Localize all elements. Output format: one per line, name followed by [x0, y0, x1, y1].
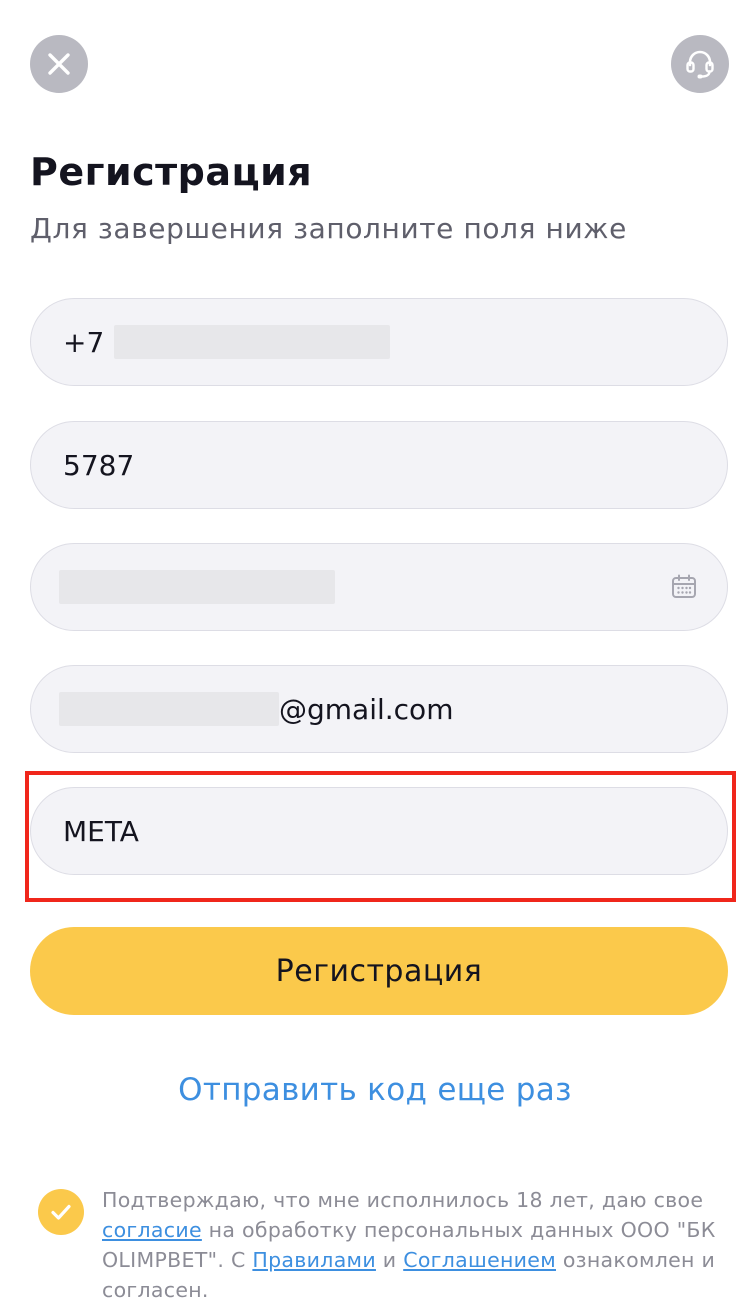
- phone-input[interactable]: +7: [30, 298, 728, 386]
- resend-code-link[interactable]: Отправить код еще раз: [0, 1072, 750, 1108]
- headset-icon: [686, 50, 714, 79]
- email-username-redacted: [59, 692, 279, 726]
- promo-highlight-frame: [25, 771, 736, 902]
- phone-prefix: +7: [63, 325, 105, 359]
- consent-checkbox[interactable]: [38, 1189, 84, 1235]
- sms-code-value: 5787: [63, 448, 135, 482]
- agreement-link[interactable]: Соглашением: [403, 1248, 556, 1272]
- checkmark-icon: [51, 1204, 71, 1220]
- page-title: Регистрация: [30, 150, 313, 194]
- consent-text-part-3: и: [375, 1248, 404, 1272]
- support-button[interactable]: [671, 35, 729, 93]
- register-button[interactable]: Регистрация: [30, 927, 728, 1015]
- sms-code-input[interactable]: 5787: [30, 421, 728, 509]
- email-domain: @gmail.com: [279, 692, 454, 726]
- email-input[interactable]: @gmail.com: [30, 665, 728, 753]
- birthdate-redacted: [59, 570, 335, 604]
- consent-link[interactable]: согласие: [102, 1218, 202, 1242]
- consent-text-part-1: Подтверждаю, что мне исполнилось 18 лет,…: [102, 1188, 704, 1212]
- consent-text: Подтверждаю, что мне исполнилось 18 лет,…: [102, 1185, 722, 1305]
- close-button[interactable]: [30, 35, 88, 93]
- rules-link[interactable]: Правилами: [252, 1248, 376, 1272]
- close-icon: [48, 53, 70, 75]
- page-subtitle: Для завершения заполните поля ниже: [30, 212, 627, 245]
- birthdate-input[interactable]: [30, 543, 728, 631]
- calendar-icon[interactable]: [671, 574, 697, 600]
- phone-number-redacted: [114, 325, 391, 359]
